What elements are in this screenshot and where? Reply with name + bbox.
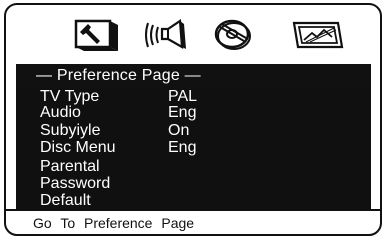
osd-screen: — Preference Page — TV Type PAL Audio En… (4, 3, 382, 236)
picture-icon (292, 21, 344, 49)
menu-item-value: PAL (168, 88, 198, 105)
menu-item-label: TV Type (40, 88, 100, 105)
speaker-icon (145, 19, 186, 49)
status-bar: Go To Preference Page (6, 209, 380, 234)
tab-preference-page[interactable] (286, 15, 346, 53)
settings-menu: TV Type PAL Audio Eng Subyiyle On Disc M… (16, 87, 371, 210)
menu-item-label: Default (40, 192, 91, 209)
status-hint: Go To Preference Page (33, 215, 195, 231)
tab-audio-setup[interactable] (138, 15, 192, 53)
menu-item-value: Eng (168, 139, 197, 156)
menu-item-label: Parental (40, 158, 100, 175)
menu-item-label: Audio (40, 104, 81, 121)
page-title: — Preference Page — (16, 64, 371, 87)
menu-item-label: Password (40, 175, 111, 192)
menu-item-label: Disc Menu (40, 139, 116, 156)
menu-item-value: On (168, 122, 190, 139)
wrench-icon (74, 19, 118, 51)
menu-item-value: Eng (168, 104, 197, 121)
tab-bar (6, 5, 380, 63)
tab-general-setup[interactable] (66, 15, 120, 53)
menu-item-label: Subyiyle (40, 122, 101, 139)
tab-video-setup[interactable] (206, 15, 260, 53)
disc-icon (214, 19, 251, 50)
